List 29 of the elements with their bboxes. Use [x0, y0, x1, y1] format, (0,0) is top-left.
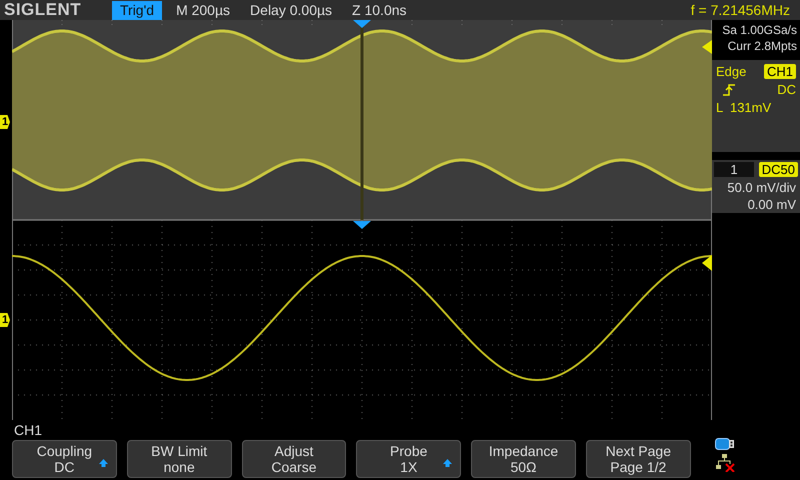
softkey-button[interactable]: Adjust Coarse [242, 440, 346, 478]
network-disconnected-icon [714, 454, 735, 472]
sample-rate: Sa 1.00GSa/s [721, 22, 797, 38]
softkey-button[interactable]: BW Limit none [126, 440, 232, 478]
softkey-button[interactable]: Impedance 50Ω [471, 440, 576, 478]
trigger-status: Trig'd [112, 0, 162, 20]
channel-number: 1 [714, 162, 754, 177]
rising-edge-icon [722, 82, 736, 96]
channel-impedance: DC50 [758, 162, 798, 177]
timebase-readout: M 200µs [176, 2, 230, 18]
trigger-type: Edge [716, 64, 746, 79]
trigger-level-marker[interactable] [702, 255, 712, 271]
brand-logo: SIGLENT [4, 0, 82, 20]
channel-marker[interactable]: 1 [0, 115, 10, 129]
delay-readout: Delay 0.00µs [250, 2, 332, 18]
softkey-button[interactable]: Probe 1X [356, 440, 462, 478]
menu-title: CH1 [14, 421, 44, 440]
trigger-source: CH1 [764, 64, 796, 79]
vertical-offset: 0.00 mV [746, 196, 797, 213]
channel-marker[interactable]: 1 [0, 313, 10, 327]
softkey-button[interactable]: Next Page Page 1/2 [586, 440, 691, 478]
trigger-level: L 131mV [716, 100, 772, 115]
zoom-readout: Z 10.0ns [352, 2, 407, 18]
vertical-scale: 50.0 mV/div [726, 179, 797, 196]
memory-depth: Curr 2.8Mpts [726, 38, 797, 54]
trigger-coupling: DC [777, 82, 796, 97]
usb-drive-icon [714, 438, 735, 450]
softkey-button[interactable]: Coupling DC [12, 440, 117, 478]
frequency-readout: f = 7.21456MHz [690, 2, 790, 18]
